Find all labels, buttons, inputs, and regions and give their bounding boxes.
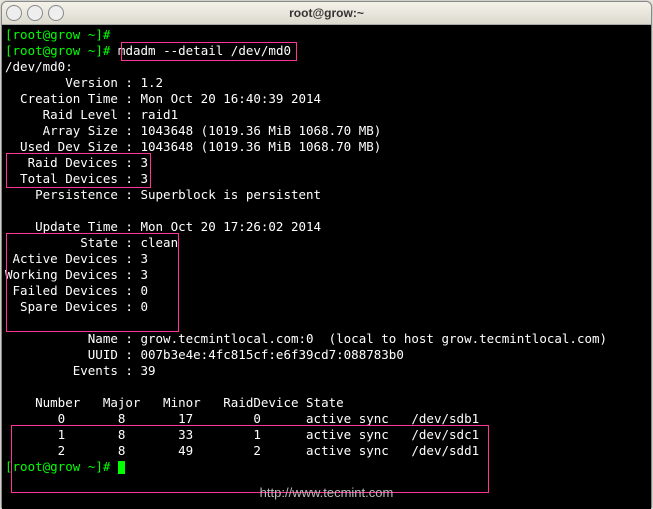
- table-row: 0 8 17 0 active sync /dev/sdb1: [5, 411, 479, 426]
- device-line: /dev/md0:: [5, 59, 73, 74]
- table-row: 2 8 49 2 active sync /dev/sdd1: [5, 443, 479, 458]
- window-controls: [2, 5, 64, 21]
- watermark: http://www.tecmint.com: [2, 485, 651, 501]
- window-btn-2[interactable]: [27, 5, 43, 21]
- titlebar: root@grow:~: [2, 2, 651, 25]
- table-row: 1 8 33 1 active sync /dev/sdc1: [5, 427, 479, 442]
- command-text: mdadm --detail /dev/md0: [110, 43, 291, 58]
- field-sdev: Spare Devices : 0: [5, 299, 148, 314]
- cursor: [118, 461, 125, 474]
- field-rdevs: Raid Devices : 3: [5, 155, 148, 170]
- field-fdev: Failed Devices : 0: [5, 283, 148, 298]
- window-title: root@grow:~: [2, 6, 651, 20]
- prompt-line-1: [root@grow ~]#: [5, 27, 110, 42]
- window-btn-1[interactable]: [6, 5, 22, 21]
- field-uuid: UUID : 007b3e4e:4fc815cf:e6f39cd7:088783…: [5, 347, 404, 362]
- field-utime: Update Time : Mon Oct 20 17:26:02 2014: [5, 219, 321, 234]
- empty-input: [110, 27, 118, 42]
- field-events: Events : 39: [5, 363, 156, 378]
- prompt-line-3: [root@grow ~]#: [5, 459, 110, 474]
- field-wdev: Working Devices : 3: [5, 267, 148, 282]
- field-rlevel: Raid Level : raid1: [5, 107, 178, 122]
- prompt-line-2: [root@grow ~]#: [5, 43, 110, 58]
- field-state: State : clean: [5, 235, 178, 250]
- terminal-output[interactable]: [root@grow ~]# [root@grow ~]# mdadm --de…: [2, 25, 651, 509]
- table-header: Number Major Minor RaidDevice State: [5, 395, 344, 410]
- field-tdevs: Total Devices : 3: [5, 171, 148, 186]
- field-adev: Active Devices : 3: [5, 251, 148, 266]
- terminal-window: root@grow:~ [root@grow ~]# [root@grow ~]…: [1, 1, 652, 508]
- field-asize: Array Size : 1043648 (1019.36 MiB 1068.7…: [5, 123, 381, 138]
- field-ctime: Creation Time : Mon Oct 20 16:40:39 2014: [5, 91, 321, 106]
- window-btn-3[interactable]: [48, 5, 64, 21]
- field-udsize: Used Dev Size : 1043648 (1019.36 MiB 106…: [5, 139, 381, 154]
- field-version: Version : 1.2: [5, 75, 163, 90]
- field-persist: Persistence : Superblock is persistent: [5, 187, 321, 202]
- field-name: Name : grow.tecmintlocal.com:0 (local to…: [5, 331, 607, 346]
